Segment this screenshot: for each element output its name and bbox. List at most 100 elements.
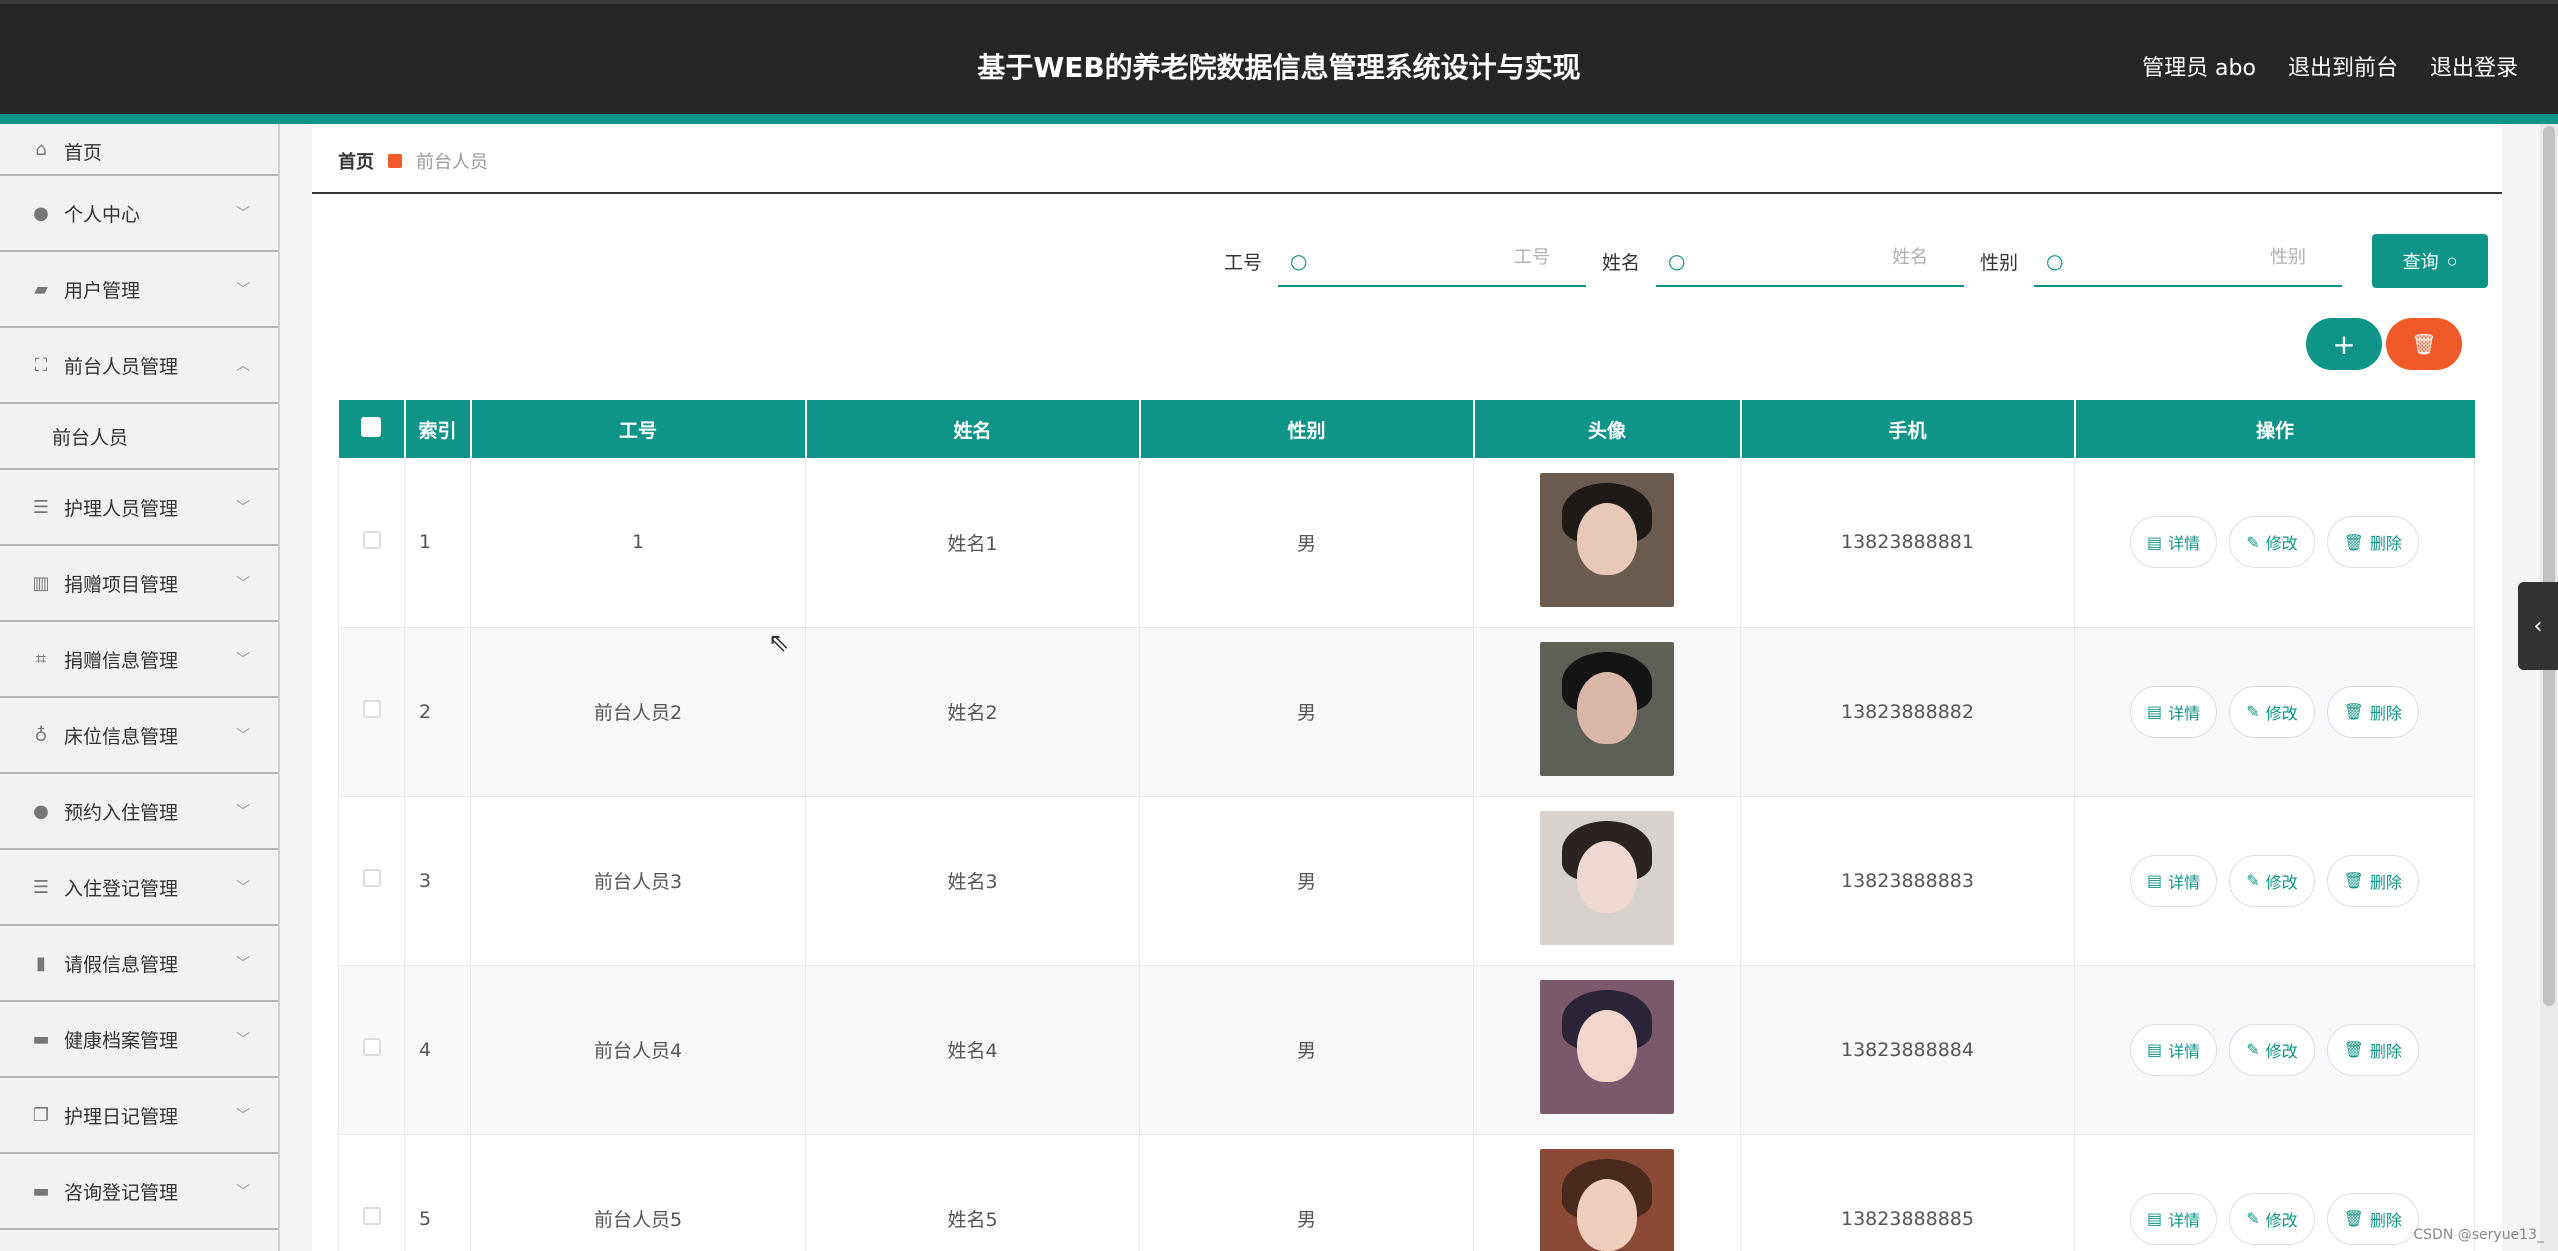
select-all-checkbox[interactable] xyxy=(361,416,381,437)
detail-button[interactable]: ▤ 详情 xyxy=(2130,685,2218,738)
sidebar-item-nursing-staff-management[interactable]: ☰ 护理人员管理 ﹀ xyxy=(0,470,278,546)
sidebar-item-label: 护理人员管理 xyxy=(64,497,179,520)
avatar xyxy=(1540,472,1674,607)
chevron-left-icon: ‹ xyxy=(2533,613,2543,639)
column-header-actions: 操作 xyxy=(2074,400,2475,458)
sidebar-item-checkin-register-management[interactable]: ☰ 入住登记管理 ﹀ xyxy=(0,850,278,926)
delete-button[interactable]: 🗑 删除 xyxy=(2326,854,2419,907)
pencil-icon: ✎ xyxy=(2246,871,2260,890)
row-checkbox[interactable] xyxy=(362,530,381,549)
edit-label: 修改 xyxy=(2265,872,2298,892)
scrollbar-thumb[interactable] xyxy=(2543,126,2555,1006)
row-name: 姓名2 xyxy=(805,627,1140,797)
row-name: 姓名1 xyxy=(805,458,1140,628)
delete-button[interactable]: 🗑 删除 xyxy=(2326,1192,2419,1245)
detail-label: 详情 xyxy=(2168,1210,2201,1230)
sidebar-subitem-front-staff[interactable]: 前台人员 xyxy=(0,404,278,470)
to-front-link[interactable]: 退出到前台 xyxy=(2288,50,2398,82)
detail-button[interactable]: ▤ 详情 xyxy=(2130,1023,2218,1076)
edit-button[interactable]: ✎ 修改 xyxy=(2229,1023,2315,1076)
document-icon: ▤ xyxy=(2147,532,2163,552)
row-checkbox[interactable] xyxy=(362,700,381,718)
column-header-name: 姓名 xyxy=(805,400,1141,458)
row-gender: 男 xyxy=(1139,458,1474,628)
row-avatar-cell xyxy=(1473,1134,1741,1251)
sidebar-item-label: 请假信息管理 xyxy=(64,953,179,976)
delete-button[interactable]: 🗑 删除 xyxy=(2326,685,2419,738)
edit-label: 修改 xyxy=(2265,703,2298,723)
row-checkbox[interactable] xyxy=(362,1207,381,1225)
delete-button[interactable]: 🗑 删除 xyxy=(2326,516,2419,569)
side-panel-toggle[interactable]: ‹ xyxy=(2518,582,2558,670)
user-icon: ● xyxy=(33,800,49,822)
sidebar-item-label: 个人中心 xyxy=(64,203,141,226)
detail-button[interactable]: ▤ 详情 xyxy=(2130,1192,2218,1245)
sidebar-item-leave-info-management[interactable]: ▮ 请假信息管理 ﹀ xyxy=(0,926,278,1002)
table-header-row: 索引 工号 姓名 性别 头像 手机 操作 xyxy=(338,400,2475,458)
header-links: 管理员 abo 退出到前台 退出登录 xyxy=(2142,50,2518,82)
sidebar-item-label: 首页 xyxy=(64,142,103,164)
sidebar-item-health-record-management[interactable]: ▬ 健康档案管理 ﹀ xyxy=(0,1002,278,1078)
sidebar-item-home[interactable]: ⌂ 首页 xyxy=(0,124,278,176)
sidebar-item-nursing-diary-management[interactable]: ❐ 护理日记管理 ﹀ xyxy=(0,1078,278,1154)
row-name: 姓名3 xyxy=(805,796,1140,966)
add-button[interactable]: + xyxy=(2306,318,2382,370)
row-actions: ▤ 详情 ✎ 修改 🗑 删除 xyxy=(2074,627,2475,797)
search-input-gender[interactable] xyxy=(2066,247,2307,268)
document-icon: ▤ xyxy=(2147,871,2163,890)
sidebar-item-front-staff-management[interactable]: ⛶ 前台人员管理 ︿ xyxy=(0,328,278,404)
page-scrollbar[interactable] xyxy=(2540,124,2558,1251)
row-checkbox[interactable] xyxy=(362,869,381,887)
row-index: 2 xyxy=(404,627,471,797)
users-icon: ▰ xyxy=(34,278,48,300)
edit-button[interactable]: ✎ 修改 xyxy=(2229,685,2315,738)
detail-button[interactable]: ▤ 详情 xyxy=(2130,516,2218,569)
sidebar-item-personal-center[interactable]: ● 个人中心 ﹀ xyxy=(0,176,278,252)
sidebar-item-donation-info-management[interactable]: ⌗ 捐赠信息管理 ﹀ xyxy=(0,622,278,698)
query-button[interactable]: 查询 ○ xyxy=(2372,234,2489,288)
sidebar-item-donation-project-management[interactable]: ▥ 捐赠项目管理 ﹀ xyxy=(0,546,278,622)
breadcrumb-home[interactable]: 首页 xyxy=(338,148,374,174)
edit-button[interactable]: ✎ 修改 xyxy=(2229,1192,2315,1245)
trash-icon: 🗑 xyxy=(2343,702,2364,721)
breadcrumb: 首页 前台人员 xyxy=(338,148,488,174)
search-input-name[interactable] xyxy=(1688,247,1929,268)
edit-button[interactable]: ✎ 修改 xyxy=(2229,854,2315,907)
row-id: 前台人员2 xyxy=(470,627,806,797)
row-gender: 男 xyxy=(1139,1134,1474,1251)
watermark: CSDN @seryue13_ xyxy=(2413,1227,2544,1243)
sidebar-item-label: 捐赠信息管理 xyxy=(64,649,179,672)
sidebar-item-label: 用户管理 xyxy=(64,279,141,302)
detail-button[interactable]: ▤ 详情 xyxy=(2130,854,2218,907)
search-icon: ○ xyxy=(2446,250,2458,271)
pencil-icon: ✎ xyxy=(2246,1040,2260,1059)
sidebar-item-consult-register-management[interactable]: ▬ 咨询登记管理 ﹀ xyxy=(0,1154,278,1230)
batch-delete-button[interactable]: 🗑 xyxy=(2386,318,2462,370)
sidebar-item-label: 前台人员管理 xyxy=(64,355,179,378)
detail-label: 详情 xyxy=(2168,872,2201,892)
row-index: 4 xyxy=(404,965,471,1135)
delete-label: 删除 xyxy=(2369,1210,2402,1230)
trash-icon: 🗑 xyxy=(2343,1209,2364,1228)
search-icon: ○ xyxy=(1290,249,1308,273)
search-icon: ○ xyxy=(1668,249,1686,273)
row-index: 3 xyxy=(404,796,471,966)
avatar xyxy=(1540,811,1674,945)
row-phone: 13823888884 xyxy=(1740,965,2075,1135)
list-icon: ☰ xyxy=(32,496,50,518)
trash-icon: 🗑 xyxy=(2411,332,2437,356)
search-label-gender: 性别 xyxy=(1980,251,2019,274)
row-select-cell xyxy=(338,1134,405,1251)
delete-button[interactable]: 🗑 删除 xyxy=(2326,1023,2419,1076)
logout-link[interactable]: 退出登录 xyxy=(2430,50,2518,82)
chevron-down-icon: ﹀ xyxy=(236,500,250,516)
search-input-id[interactable] xyxy=(1310,247,1551,268)
edit-label: 修改 xyxy=(2265,534,2298,554)
sidebar-item-booking-checkin-management[interactable]: ● 预约入住管理 ﹀ xyxy=(0,774,278,850)
edit-button[interactable]: ✎ 修改 xyxy=(2229,516,2315,569)
query-button-label: 查询 xyxy=(2402,252,2439,272)
avatar xyxy=(1540,642,1674,776)
sidebar-item-user-management[interactable]: ▰ 用户管理 ﹀ xyxy=(0,252,278,328)
sidebar-item-bed-info-management[interactable]: ♁ 床位信息管理 ﹀ xyxy=(0,698,278,774)
row-checkbox[interactable] xyxy=(362,1038,381,1056)
